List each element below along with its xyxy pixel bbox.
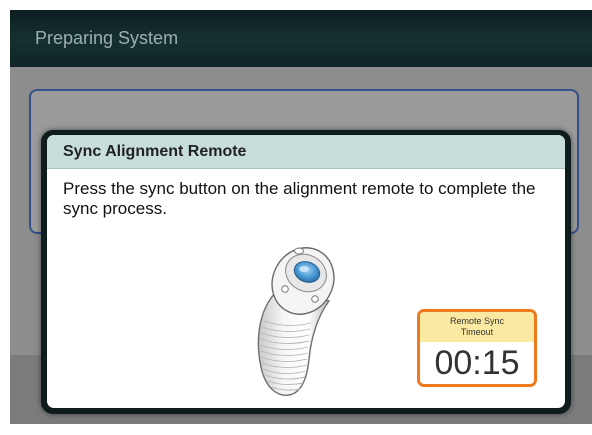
dialog-header: Sync Alignment Remote [47,135,565,169]
window-title: Preparing System [35,28,179,48]
sync-dialog-body: Sync Alignment Remote Press the sync but… [47,135,565,408]
timer-label-line1: Remote Sync [449,316,505,326]
dialog-title: Sync Alignment Remote [63,143,247,160]
sync-dialog: Sync Alignment Remote Press the sync but… [41,130,571,414]
title-bar: Preparing System [10,10,592,67]
dialog-message: Press the sync button on the alignment r… [63,179,536,218]
alignment-remote-icon [237,239,347,399]
app-screen: Preparing System Sync Alignment Remote P… [10,10,592,424]
timer-label-line2: Timeout [460,327,494,337]
timer-label: Remote Sync Timeout [420,312,534,342]
timer-countdown: 00:15 [434,344,520,382]
sync-timeout-timer: Remote Sync Timeout 00:15 [417,309,537,387]
